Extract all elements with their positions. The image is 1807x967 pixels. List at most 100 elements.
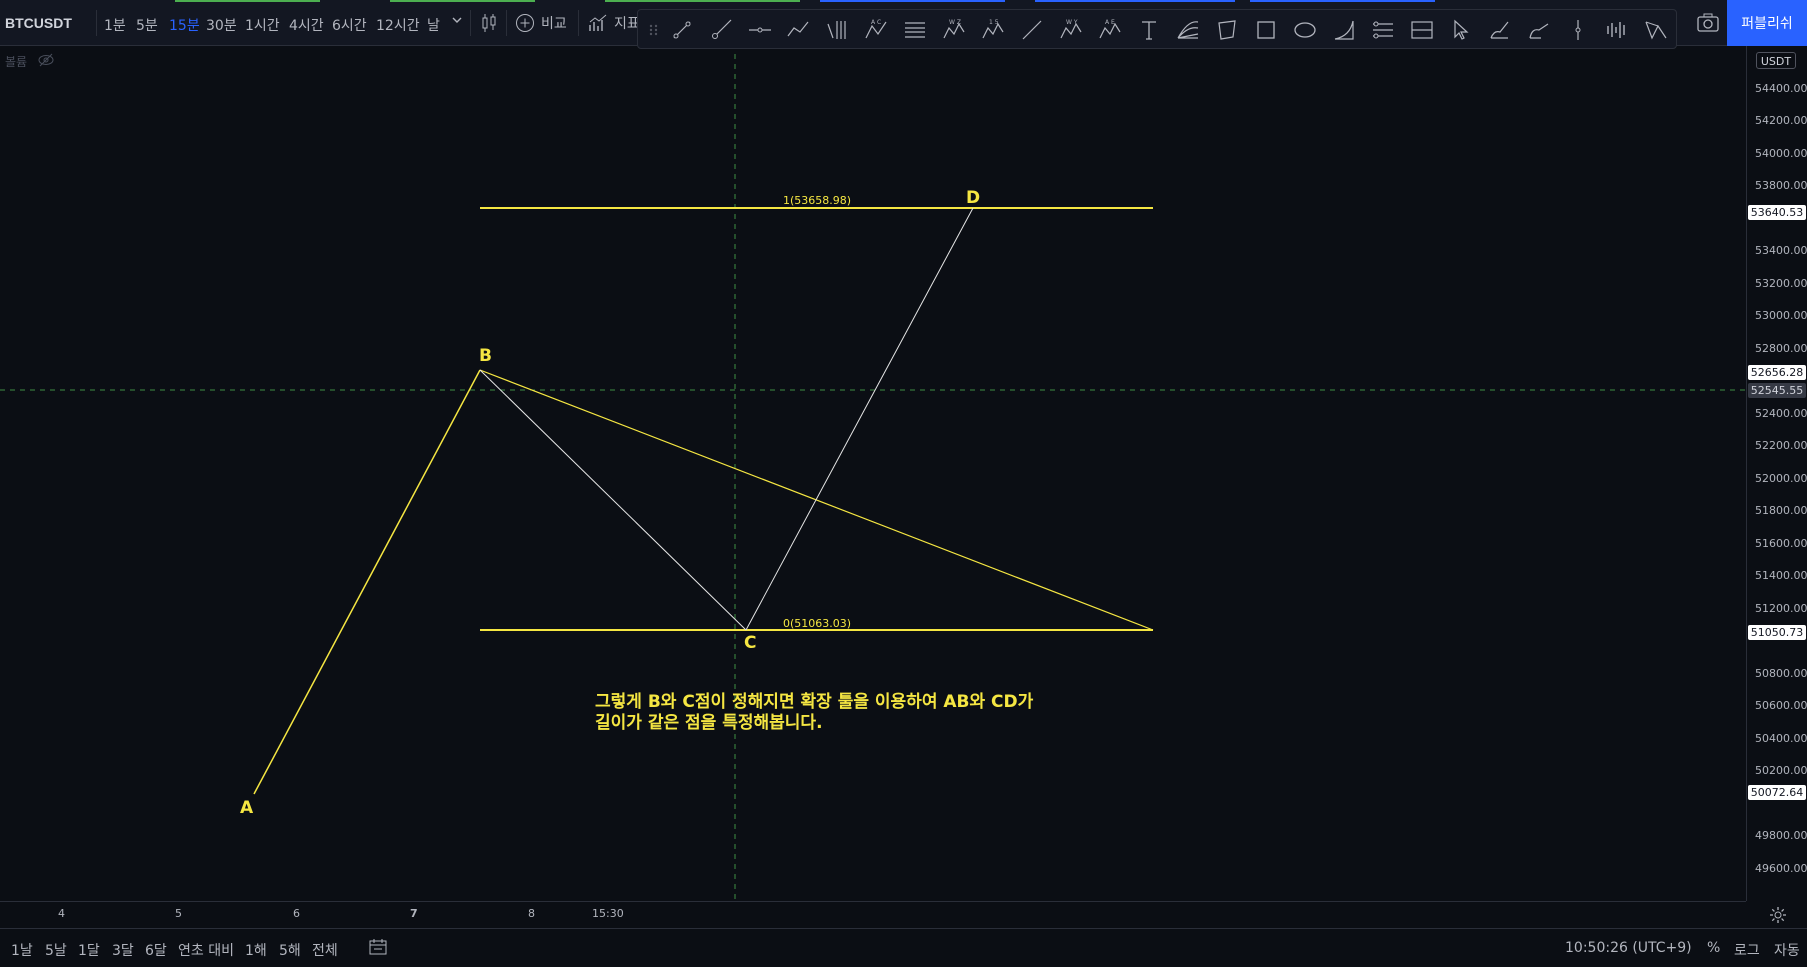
ab-line[interactable] [253,369,481,795]
timeframe-6h[interactable]: 6시간 [332,15,367,35]
ellipse-icon[interactable] [1293,18,1317,42]
brush-icon[interactable] [1488,18,1512,42]
timeframe-1m[interactable]: 1분 [104,15,126,35]
price-tick: 51600.00 [1755,537,1807,550]
drawing-toolbar: A C W Z 1 5 W Y A E [637,9,1677,49]
calendar-range-icon[interactable] [368,938,388,960]
xabcd-pattern-icon[interactable] [1644,18,1668,42]
regression-channel-icon[interactable] [1410,18,1434,42]
point-a-label: A [240,798,254,818]
time-axis[interactable] [0,901,1746,928]
clock-timezone[interactable]: 10:50:26 (UTC+9) [1565,940,1692,956]
accent-strip [605,0,800,2]
indicators-icon [589,14,607,31]
range-6m[interactable]: 6달 [145,940,167,960]
price-tick: 50200.00 [1755,764,1807,777]
price-tick: 50600.00 [1755,699,1807,712]
highlighter-icon[interactable] [1527,18,1551,42]
fib-retracement-icon[interactable] [903,18,927,42]
elliott-wave-wy-icon[interactable]: W Y [1059,18,1083,42]
bc-line[interactable] [479,369,747,631]
vertical-line-icon[interactable] [1566,18,1590,42]
candlestick-icon [482,14,496,32]
range-1d[interactable]: 1날 [11,940,33,960]
time-tick: 7 [410,907,418,920]
pitchfork-icon[interactable] [825,18,849,42]
symbol-name[interactable]: BTCUSDT [5,15,72,31]
cd-line[interactable] [745,207,974,631]
accent-strip [1250,0,1435,2]
text-icon[interactable] [1137,18,1161,42]
price-tick: 51200.00 [1755,602,1807,615]
line-icon[interactable] [1020,18,1044,42]
price-tag-crosshair: 52545.55 [1748,383,1806,398]
elliott-wave-wz-icon[interactable]: W Z [942,18,966,42]
chevron-down-icon[interactable] [451,14,463,30]
price-tick: 54400.00 [1755,82,1807,95]
range-5y[interactable]: 5해 [279,940,301,960]
price-tick: 54200.00 [1755,114,1807,127]
timeframe-12h[interactable]: 12시간 [376,15,420,35]
currency-badge[interactable]: USDT [1756,52,1796,69]
rectangle-icon[interactable] [1254,18,1278,42]
plus-circle-icon [516,14,534,32]
price-tick: 51800.00 [1755,504,1807,517]
separator [506,10,507,36]
bars-pattern-icon[interactable] [1605,18,1629,42]
arc-icon[interactable] [1332,18,1356,42]
fib-extension-diagonal[interactable] [479,369,1154,631]
candle-type-button[interactable] [480,11,498,35]
range-3m[interactable]: 3달 [112,940,134,960]
bottom-toolbar [0,928,1807,967]
cursor-icon[interactable] [1449,18,1473,42]
range-ytd[interactable]: 연초 대비 [178,940,234,960]
price-tick: 52800.00 [1755,342,1807,355]
elliott-wave-ae-icon[interactable]: A E [1098,18,1122,42]
price-tick: 51400.00 [1755,569,1807,582]
trend-line-icon[interactable] [670,18,694,42]
range-1m[interactable]: 1달 [78,940,100,960]
fib-level-top-label: 1(53658.98) [783,194,852,207]
price-tag-c-level: 51050.73 [1748,625,1806,640]
gear-icon[interactable] [1769,906,1787,924]
price-tick: 53400.00 [1755,244,1807,257]
auto-toggle[interactable]: 자동 [1774,940,1800,960]
indicators-button[interactable]: 지표 [588,11,640,35]
timeframe-1h[interactable]: 1시간 [245,15,280,35]
accent-strip [1035,0,1235,2]
separator [96,10,97,36]
price-tick: 50400.00 [1755,732,1807,745]
ray-icon[interactable] [709,18,733,42]
polyline-icon[interactable] [786,18,810,42]
timeframe-30m[interactable]: 30분 [206,15,237,35]
price-tick: 54000.00 [1755,147,1807,160]
separator [470,10,471,36]
chart-canvas[interactable] [0,46,1746,901]
drag-handle-icon[interactable] [642,18,658,42]
price-tick: 52400.00 [1755,407,1807,420]
log-toggle[interactable]: 로그 [1734,940,1760,960]
parallel-channel-icon[interactable] [1371,18,1395,42]
range-1y[interactable]: 1해 [245,940,267,960]
price-tick: 52200.00 [1755,439,1807,452]
compare-button[interactable]: 비교 [515,11,567,35]
percent-toggle[interactable]: % [1707,940,1720,956]
elliott-wave-15-icon[interactable]: 1 5 [981,18,1005,42]
timeframe-15m[interactable]: 15분 [169,15,200,35]
timeframe-4h[interactable]: 4시간 [289,15,324,35]
publish-button[interactable]: 퍼블리쉬 [1727,0,1807,46]
timeframe-5m[interactable]: 5분 [136,15,158,35]
accent-strip [175,0,320,2]
range-5d[interactable]: 5날 [45,940,67,960]
camera-icon[interactable] [1695,11,1721,35]
timeframe-day[interactable]: 날 [427,15,440,35]
polygon-icon[interactable] [1215,18,1239,42]
range-all[interactable]: 전체 [312,940,338,960]
price-tick: 52000.00 [1755,472,1807,485]
price-tag-b-level: 52656.28 [1748,365,1806,380]
horizontal-line-icon[interactable] [748,18,772,42]
svg-text:A C: A C [871,19,881,26]
abcd-pattern-icon[interactable]: A C [864,18,888,42]
fib-fan-icon[interactable] [1176,18,1200,42]
price-tick: 49600.00 [1755,862,1807,875]
